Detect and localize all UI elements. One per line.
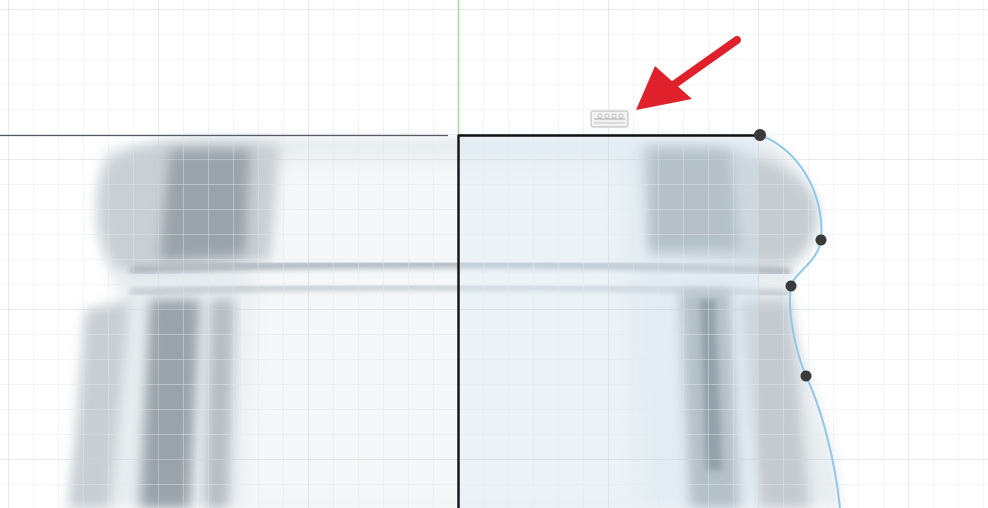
spline-point[interactable] <box>815 234 827 246</box>
spline-point[interactable] <box>800 370 812 382</box>
sketch-scene[interactable] <box>0 0 988 508</box>
horizontal-constraint-icon[interactable] <box>590 110 629 128</box>
spline-point[interactable] <box>754 129 766 141</box>
grid-major <box>0 0 988 508</box>
sketch-canvas[interactable] <box>0 0 988 508</box>
spline-point[interactable] <box>785 280 797 292</box>
